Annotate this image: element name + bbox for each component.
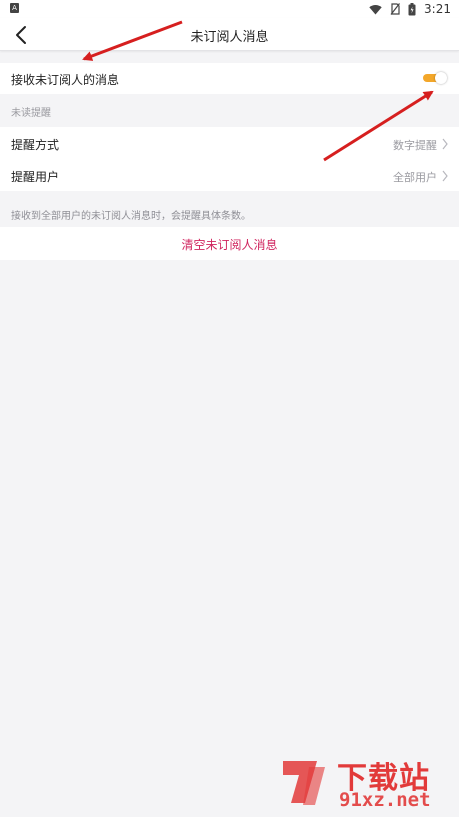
receive-messages-label: 接收未订阅人的消息 — [11, 73, 120, 87]
status-bar: A 3:21 — [0, 0, 459, 18]
watermark-url-text: 91xz.net — [339, 789, 431, 811]
clear-messages-button[interactable]: 清空未订阅人消息 — [0, 236, 459, 253]
chevron-right-icon — [442, 170, 448, 182]
watermark-logo: 下载站 91xz.net — [275, 751, 455, 813]
chevron-right-icon — [442, 138, 448, 150]
reminder-mode-value: 数字提醒 — [393, 139, 437, 152]
logo-icon — [283, 761, 325, 805]
page-title: 未订阅人消息 — [190, 30, 269, 45]
reminder-users-value: 全部用户 — [393, 171, 437, 184]
clock-time: 3:21 — [424, 2, 451, 16]
header-bar: 未订阅人消息 — [0, 18, 459, 51]
reminder-users-row[interactable]: 提醒用户 全部用户 — [0, 159, 459, 191]
reminder-hint-text: 接收到全部用户的未订阅人消息时，会提醒具体条数。 — [11, 211, 251, 222]
reminder-users-label: 提醒用户 — [11, 170, 60, 184]
status-icons: 3:21 — [369, 0, 451, 18]
annotation-arrows — [82, 20, 434, 162]
no-sim-icon — [390, 3, 401, 15]
toggle-thumb — [435, 72, 447, 84]
receive-messages-row: 接收未订阅人的消息 — [0, 63, 459, 94]
section-title-unread-reminder: 未读提醒 — [11, 108, 51, 119]
battery-icon — [408, 2, 416, 15]
app-notification-icon: A — [10, 3, 19, 13]
wifi-icon — [369, 4, 382, 14]
receive-messages-toggle[interactable] — [423, 72, 447, 84]
reminder-mode-label: 提醒方式 — [11, 138, 60, 152]
reminder-mode-row[interactable]: 提醒方式 数字提醒 — [0, 127, 459, 159]
clear-messages-row[interactable]: 清空未订阅人消息 — [0, 227, 459, 260]
